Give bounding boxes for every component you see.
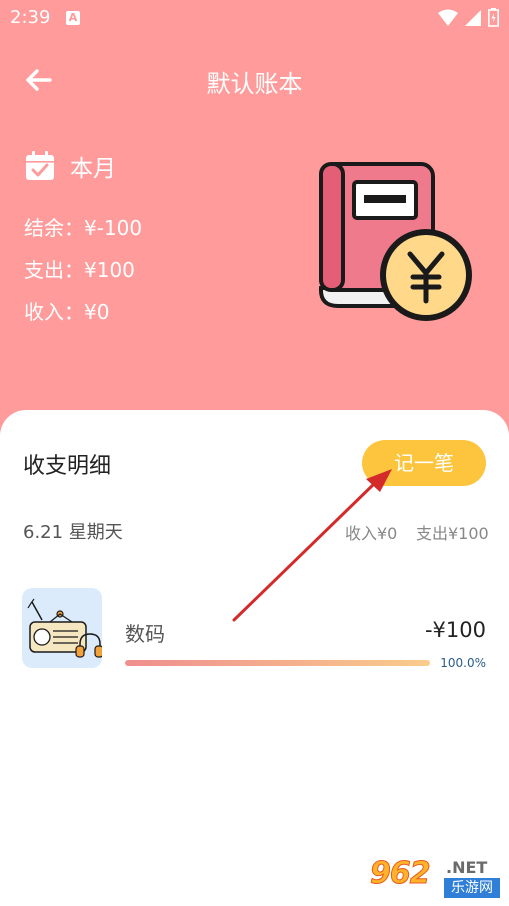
entry-percent: 100.0% — [440, 656, 486, 670]
calendar-icon — [26, 151, 54, 180]
status-time: 2:39 — [10, 7, 51, 28]
ledger-book-illustration — [318, 162, 472, 321]
entry-progress-bar — [125, 660, 430, 666]
page-title: 默认账本 — [206, 70, 303, 98]
watermark-site: 乐游网 — [444, 878, 500, 898]
watermark-number: 962 — [370, 856, 432, 892]
entry-amount: -¥100 — [424, 618, 486, 642]
income-text: 收入：¥0 — [24, 300, 110, 324]
signal-icon — [465, 9, 481, 26]
period-label: 本月 — [70, 156, 116, 182]
date-label: 6.21 星期天 — [23, 522, 123, 543]
balance-text: 结余：¥-100 — [24, 216, 143, 240]
expense-text: 支出：¥100 — [24, 258, 135, 282]
status-icons — [438, 8, 499, 27]
watermark-suffix: .NET — [446, 858, 488, 877]
notification-icon: A — [66, 11, 80, 25]
entry-category: 数码 — [125, 622, 165, 646]
site-watermark: 962 .NET 乐游网 — [370, 856, 502, 902]
details-title: 收支明细 — [23, 454, 112, 479]
status-bar: 2:39 A — [0, 0, 509, 36]
top-bar: 默认账本 — [0, 50, 509, 110]
period-selector[interactable]: 本月 — [24, 148, 116, 184]
day-expense: 支出¥100 — [416, 524, 489, 543]
details-card: 收支明细 记一笔 6.21 星期天 收入¥0 支出¥100 数码 -¥100 1… — [0, 410, 509, 906]
list-item[interactable]: 数码 -¥100 100.0% — [0, 588, 509, 670]
day-income: 收入¥0 — [345, 524, 398, 543]
add-record-button[interactable]: 记一笔 — [362, 440, 486, 486]
month-summary: 本月 结余：¥-100 支出：¥100 收入：¥0 — [24, 148, 142, 324]
wifi-icon — [438, 9, 458, 26]
battery-icon — [488, 8, 499, 27]
radio-icon — [22, 588, 102, 668]
entry-progress-fill — [125, 660, 430, 666]
